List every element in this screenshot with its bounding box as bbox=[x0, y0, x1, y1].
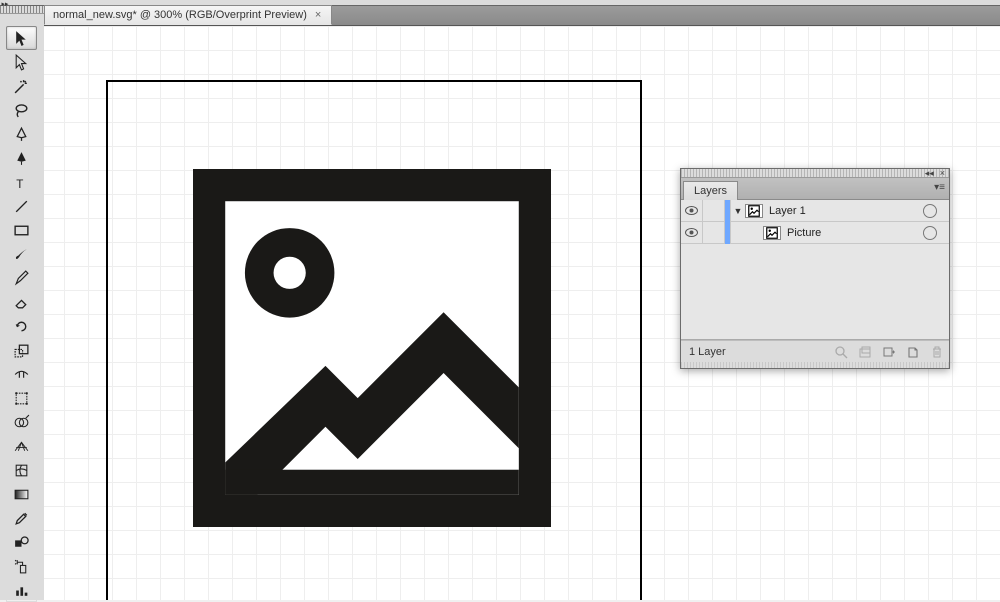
artboard-edge-top bbox=[106, 80, 642, 82]
type-tool[interactable]: T bbox=[6, 170, 37, 194]
pen-tool[interactable] bbox=[6, 122, 37, 146]
shape-builder-tool[interactable] bbox=[6, 410, 37, 434]
layer-name[interactable]: Layer 1 bbox=[767, 205, 917, 217]
lock-toggle[interactable] bbox=[703, 222, 725, 244]
magic-wand-tool[interactable] bbox=[6, 74, 37, 98]
layer-color-strip bbox=[725, 222, 731, 244]
blend-tool[interactable] bbox=[6, 530, 37, 554]
layers-list: ▼ Layer 1 Picture bbox=[681, 200, 949, 340]
svg-text:T: T bbox=[16, 177, 23, 190]
tools-panel-grip[interactable] bbox=[0, 6, 44, 14]
width-tool[interactable] bbox=[6, 362, 37, 386]
mesh-tool[interactable] bbox=[6, 458, 37, 482]
symbol-sprayer-tool[interactable] bbox=[6, 554, 37, 578]
layers-panel-footer: 1 Layer bbox=[681, 340, 949, 362]
artwork-picture-icon[interactable] bbox=[193, 169, 551, 527]
line-segment-tool[interactable] bbox=[6, 194, 37, 218]
create-sublayer-button[interactable] bbox=[877, 341, 901, 363]
eraser-tool[interactable] bbox=[6, 290, 37, 314]
selection-indicator bbox=[943, 200, 949, 222]
tools-panel: T bbox=[0, 6, 44, 600]
layer-thumbnail bbox=[763, 226, 781, 240]
layers-panel-grip[interactable]: ◂◂ × bbox=[681, 169, 949, 178]
visibility-toggle[interactable] bbox=[681, 222, 703, 244]
make-clipping-mask-button[interactable] bbox=[853, 341, 877, 363]
panel-menu-button[interactable]: ▾≡ bbox=[934, 182, 945, 193]
layers-tab[interactable]: Layers bbox=[683, 181, 738, 200]
disclosure-triangle[interactable]: ▼ bbox=[731, 206, 745, 216]
panel-resize-grip[interactable] bbox=[681, 362, 949, 368]
document-tab-title: normal_new.svg* @ 300% (RGB/Overprint Pr… bbox=[53, 9, 307, 21]
artboard-edge-left bbox=[106, 80, 108, 600]
selection-tool[interactable] bbox=[6, 26, 37, 50]
artboard-edge-right bbox=[640, 80, 642, 600]
lasso-tool[interactable] bbox=[6, 98, 37, 122]
selection-indicator bbox=[943, 222, 949, 244]
direct-selection-tool[interactable] bbox=[6, 50, 37, 74]
target-button[interactable] bbox=[923, 226, 937, 240]
perspective-grid-tool[interactable] bbox=[6, 434, 37, 458]
delete-layer-button[interactable] bbox=[925, 341, 949, 363]
locate-object-button[interactable] bbox=[829, 341, 853, 363]
document-tab-bar: normal_new.svg* @ 300% (RGB/Overprint Pr… bbox=[44, 6, 1000, 26]
paintbrush-tool[interactable] bbox=[6, 242, 37, 266]
rotate-tool[interactable] bbox=[6, 314, 37, 338]
create-new-layer-button[interactable] bbox=[901, 341, 925, 363]
column-graph-tool[interactable] bbox=[6, 578, 37, 602]
layer-name[interactable]: Picture bbox=[785, 227, 917, 239]
gradient-tool[interactable] bbox=[6, 482, 37, 506]
target-button[interactable] bbox=[923, 204, 937, 218]
scale-tool[interactable] bbox=[6, 338, 37, 362]
layers-panel: ◂◂ × Layers ▾≡ ▼ Layer 1 Picture bbox=[680, 168, 950, 369]
panel-tab-bar: Layers ▾≡ bbox=[681, 178, 949, 200]
close-tab-button[interactable]: × bbox=[313, 9, 323, 21]
curvature-tool[interactable] bbox=[6, 146, 37, 170]
tools-grid: T bbox=[6, 26, 38, 602]
visibility-toggle[interactable] bbox=[681, 200, 703, 222]
layer-row[interactable]: ▼ Layer 1 bbox=[681, 200, 949, 222]
rectangle-tool[interactable] bbox=[6, 218, 37, 242]
free-transform-tool[interactable] bbox=[6, 386, 37, 410]
layer-count-label: 1 Layer bbox=[681, 346, 829, 358]
eyedropper-tool[interactable] bbox=[6, 506, 37, 530]
pencil-tool[interactable] bbox=[6, 266, 37, 290]
layer-row[interactable]: Picture bbox=[681, 222, 949, 244]
document-tab[interactable]: normal_new.svg* @ 300% (RGB/Overprint Pr… bbox=[44, 5, 332, 25]
layer-thumbnail bbox=[745, 204, 763, 218]
lock-toggle[interactable] bbox=[703, 200, 725, 222]
